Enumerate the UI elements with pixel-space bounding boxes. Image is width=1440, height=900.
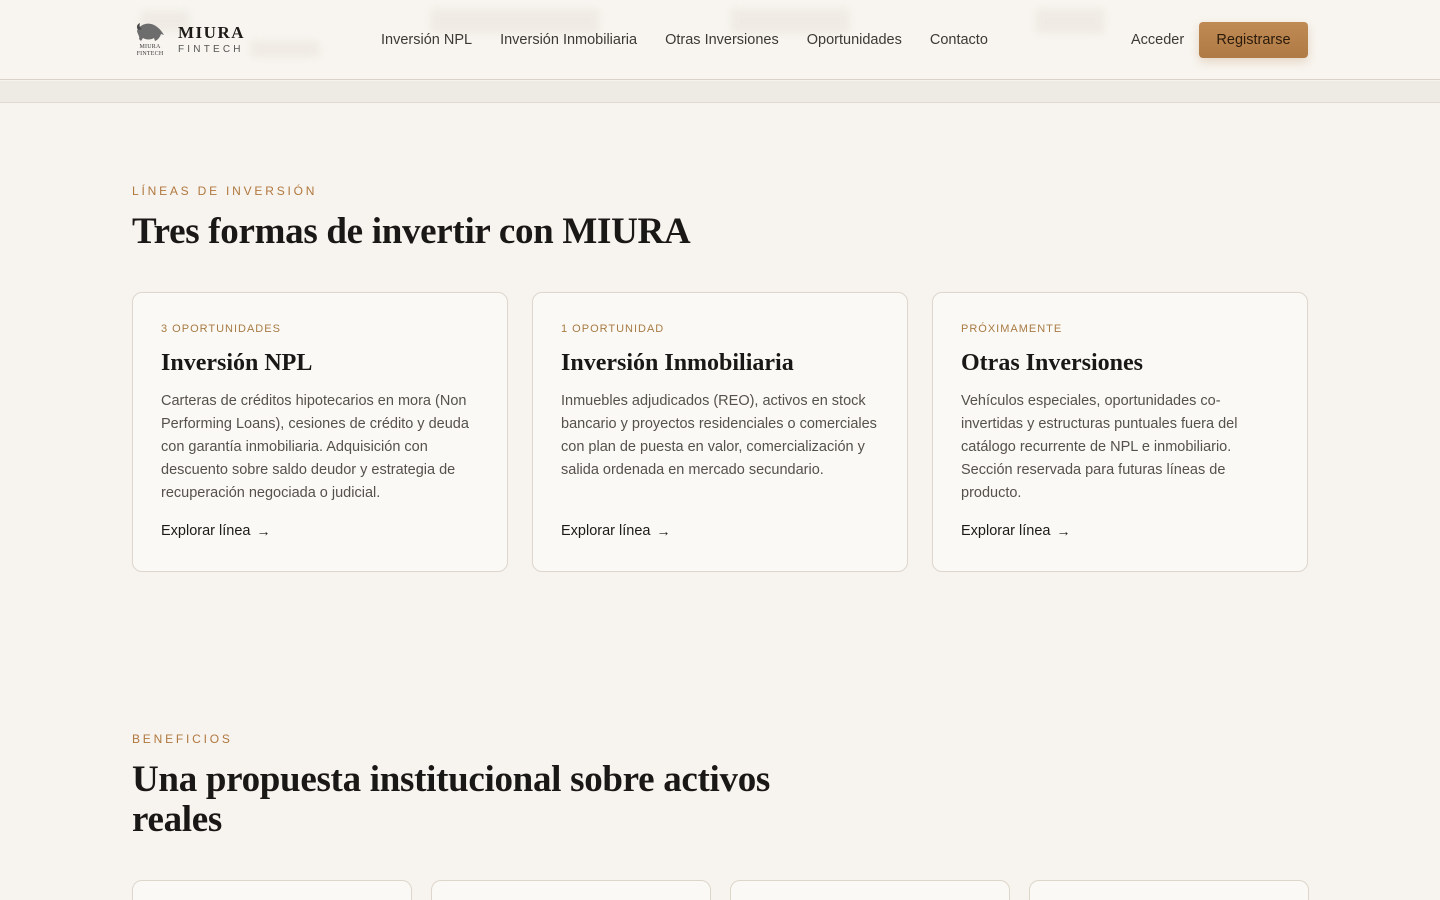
nav-item-oportunidades[interactable]: Oportunidades — [793, 29, 916, 51]
investment-card-inmobiliaria[interactable]: 1 OPORTUNIDAD Inversión Inmobiliaria Inm… — [532, 292, 908, 572]
login-link[interactable]: Acceder — [1131, 29, 1184, 51]
nav-item-otras-inversiones[interactable]: Otras Inversiones — [651, 29, 793, 51]
investment-card-npl[interactable]: 3 OPORTUNIDADES Inversión NPL Carteras d… — [132, 292, 508, 572]
card-title: Inversión Inmobiliaria — [561, 350, 794, 376]
investment-card-otras[interactable]: PRÓXIMAMENTE Otras Inversiones Vehículos… — [932, 292, 1308, 572]
explore-line-link[interactable]: Explorar línea → — [961, 523, 1070, 539]
nav-item-contacto[interactable]: Contacto — [916, 29, 1002, 51]
main-nav: Inversión NPL Inversión Inmobiliaria Otr… — [367, 29, 1002, 51]
benefit-card — [730, 880, 1010, 900]
logo-mini-text: MIURA FINTECH — [136, 44, 164, 57]
nav-item-inversion-inmobiliaria[interactable]: Inversión Inmobiliaria — [486, 29, 651, 51]
explore-line-label: Explorar línea — [161, 523, 251, 539]
miura-logo[interactable]: MIURA FINTECH MIURA FINTECH — [132, 20, 245, 60]
card-title: Inversión NPL — [161, 350, 313, 376]
lines-title: Tres formas de invertir con MIURA — [132, 211, 691, 252]
explore-line-label: Explorar línea — [961, 523, 1051, 539]
benefit-card — [1029, 880, 1309, 900]
arrow-right-icon: → — [656, 523, 671, 539]
header-subbar — [0, 81, 1440, 103]
explore-line-link[interactable]: Explorar línea → — [561, 523, 670, 539]
card-description: Vehículos especiales, oportunidades co-i… — [961, 393, 1238, 501]
register-button[interactable]: Registrarse — [1199, 22, 1308, 58]
card-tag: 1 OPORTUNIDAD — [561, 323, 665, 335]
logo-subtitle: FINTECH — [178, 44, 244, 55]
benefits-title: Una propuesta institucional sobre activo… — [132, 759, 771, 840]
logo-name: MIURA — [178, 23, 245, 42]
arrow-right-icon: → — [1056, 523, 1071, 539]
card-title: Otras Inversiones — [961, 350, 1143, 376]
benefit-card — [431, 880, 711, 900]
bull-icon: MIURA FINTECH — [132, 21, 168, 59]
top-navigation-bar: MIURA FINTECH MIURA FINTECH Inversión NP… — [0, 0, 1440, 80]
arrow-right-icon: → — [256, 523, 271, 539]
card-description: Carteras de créditos hipotecarios en mor… — [161, 393, 469, 501]
benefits-eyebrow: BENEFICIOS — [132, 732, 233, 746]
lines-eyebrow: LÍNEAS DE INVERSIÓN — [132, 184, 318, 198]
nav-item-inversion-npl[interactable]: Inversión NPL — [367, 29, 486, 51]
benefit-card — [132, 880, 412, 900]
explore-line-link[interactable]: Explorar línea → — [161, 523, 270, 539]
card-tag: PRÓXIMAMENTE — [961, 323, 1063, 335]
card-description: Inmuebles adjudicados (REO), activos en … — [561, 393, 877, 478]
card-tag: 3 OPORTUNIDADES — [161, 323, 281, 335]
explore-line-label: Explorar línea — [561, 523, 651, 539]
